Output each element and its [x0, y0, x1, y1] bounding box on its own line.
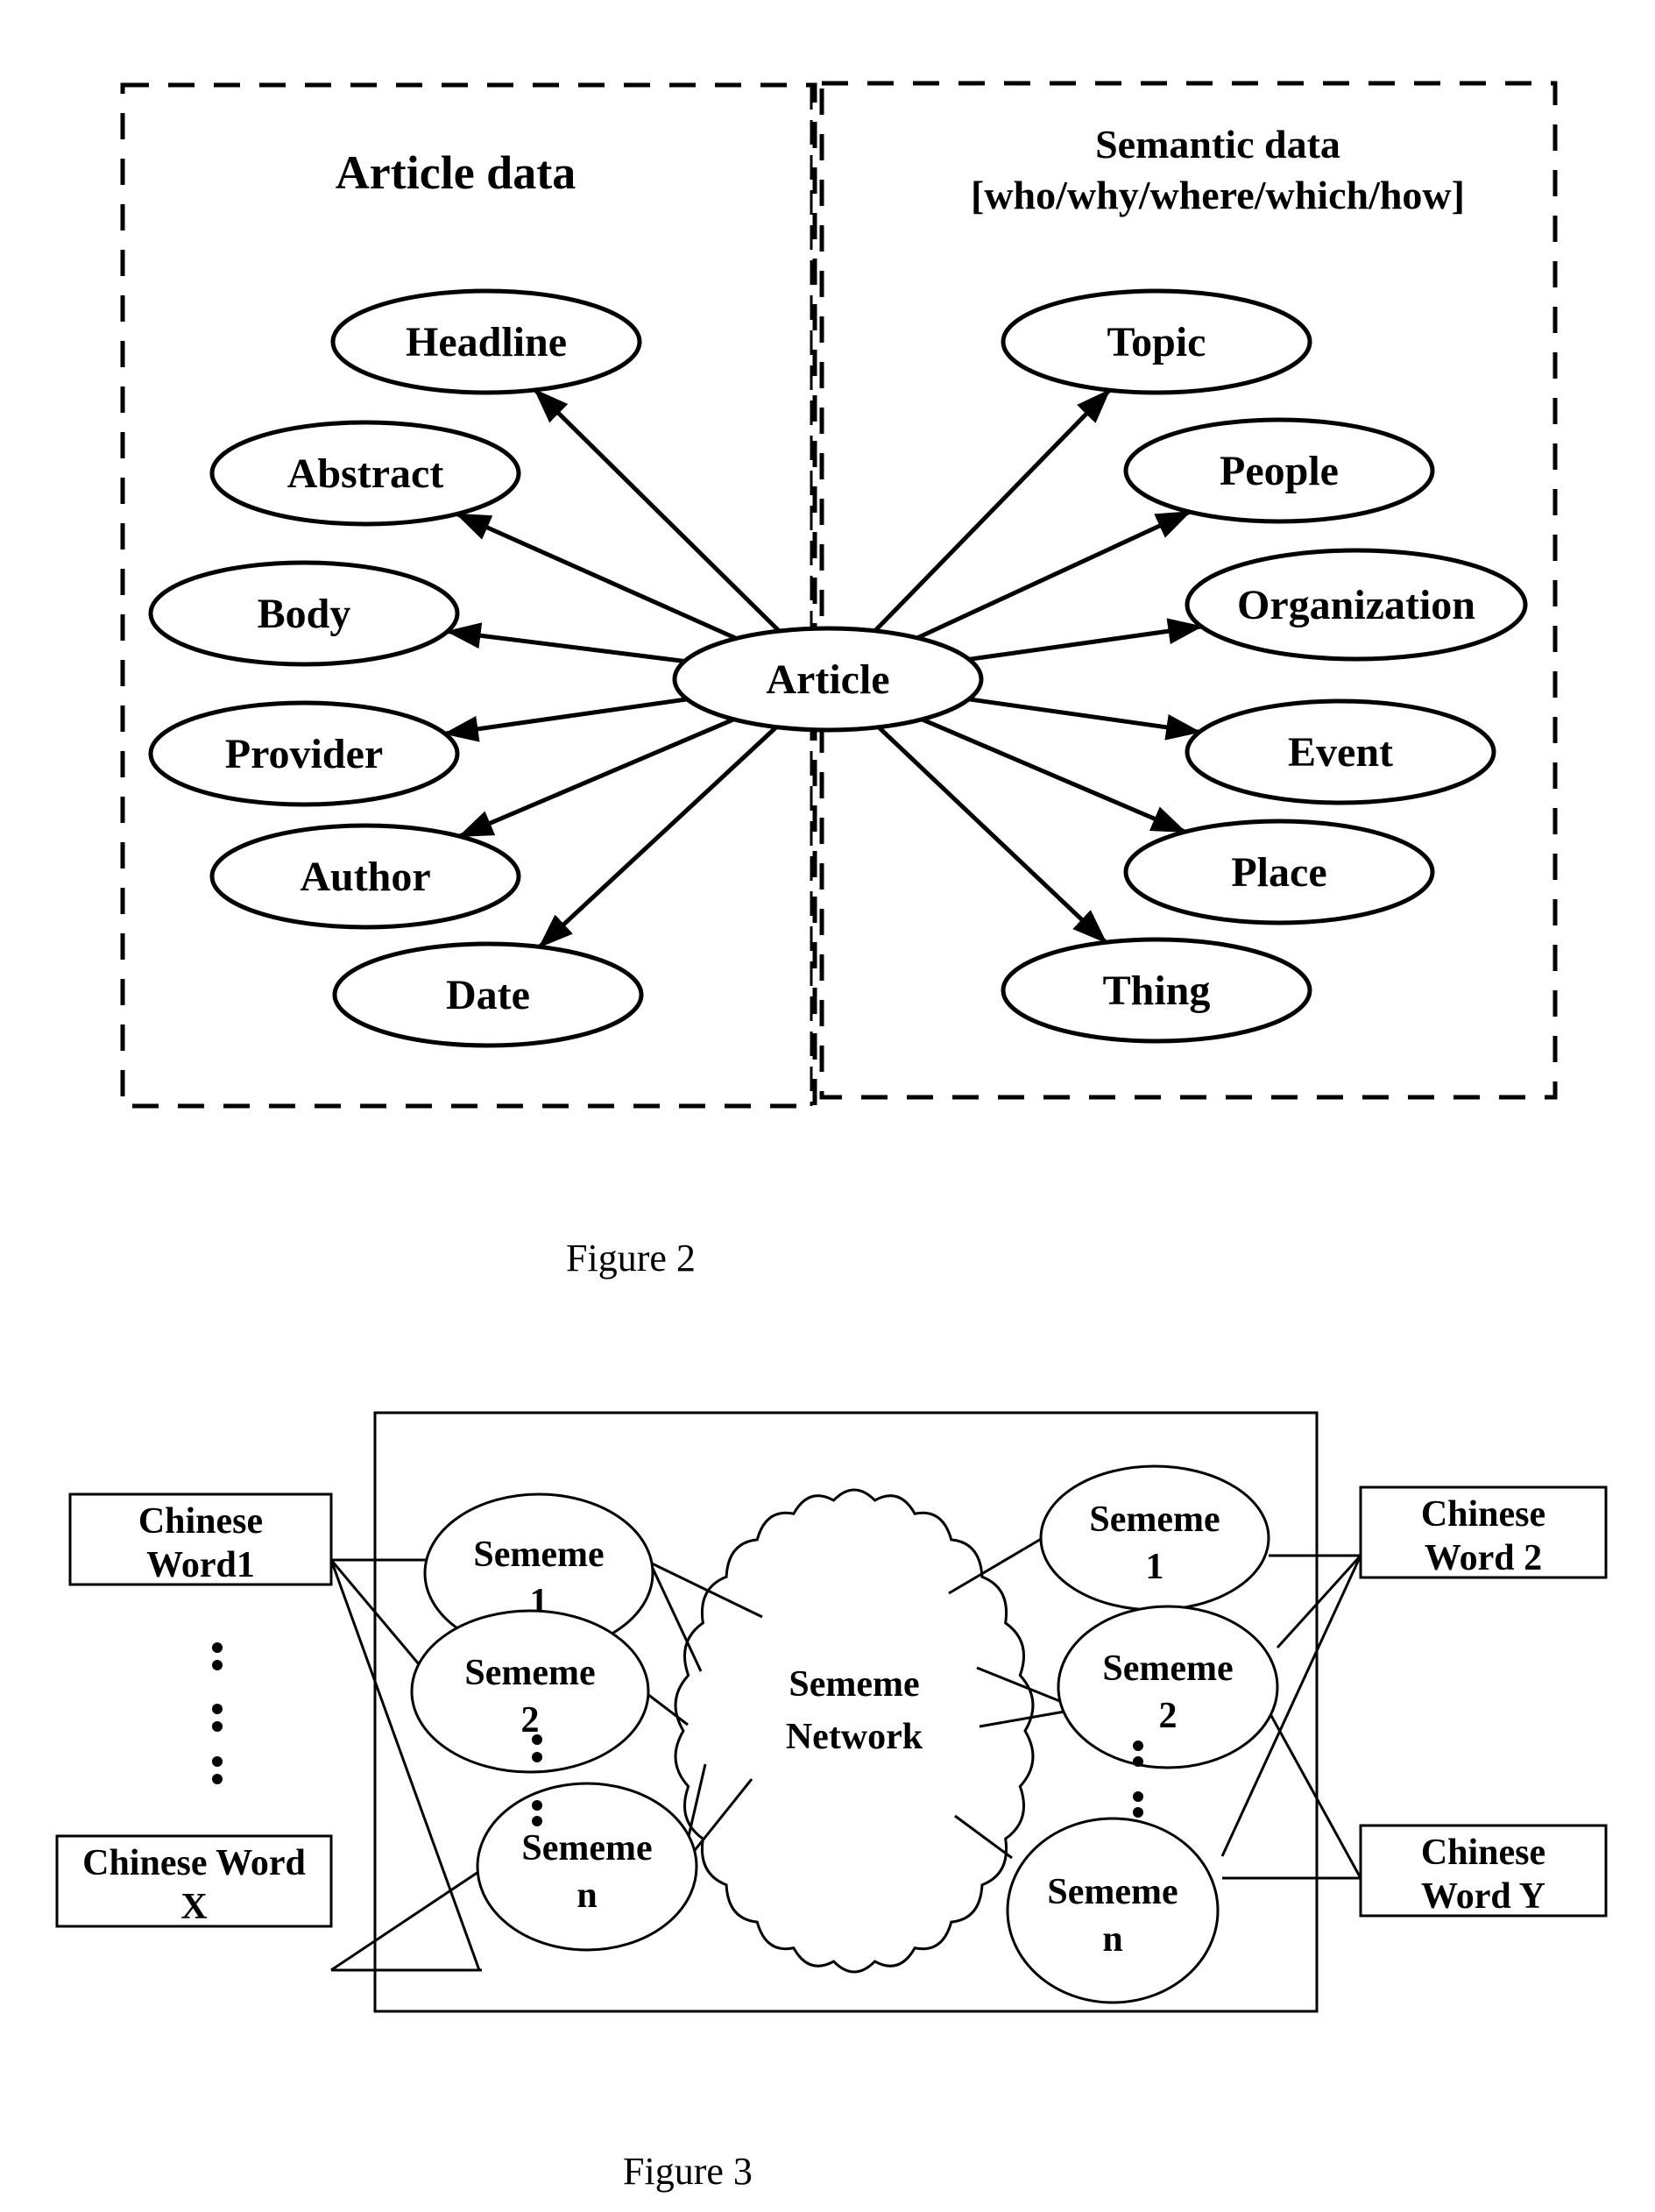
sememe-node-left-1-line1: Sememe [473, 1535, 604, 1575]
sememe-node-right-2-line1: Sememe [1102, 1648, 1233, 1689]
node-place: Place [1123, 819, 1435, 925]
chinese-word-box-right-1: ChineseWord 2 [1359, 1485, 1608, 1579]
word-list-ellipsis [212, 1642, 223, 1784]
sememe-node-left-2: Sememe2 [410, 1609, 650, 1774]
node-topic-label: Topic [1107, 319, 1206, 365]
figure-3: ChineseWord1ChineseWord 2Chinese WordXCh… [55, 1411, 1608, 2193]
sememe-node-right-3: Sememe n [1006, 1817, 1220, 2004]
edge-article-to-place [921, 717, 1187, 834]
node-people: People [1123, 417, 1435, 524]
sememe-node-right-1: Sememe 1 [1039, 1464, 1270, 1612]
node-thing: Thing [1001, 937, 1312, 1044]
link-s1l-cloud-b [648, 1562, 703, 1672]
edge-article-to-body [445, 622, 685, 663]
node-author-label: Author [300, 854, 430, 900]
edge-article-to-headline [533, 388, 782, 633]
link-w1-s2-l [329, 1559, 426, 1671]
node-thing-label: Thing [1103, 968, 1211, 1014]
node-people-label: People [1220, 448, 1339, 494]
node-topic: Topic [1001, 288, 1312, 395]
sememe-node-right-3-line2: n [1102, 1919, 1122, 1960]
edge-article-to-abstract [455, 512, 738, 641]
sememe-node-right-1-line2: 1 [1146, 1547, 1164, 1587]
article-data-title: Article data [336, 146, 576, 199]
sememe-node-left-2-line1: Sememe [464, 1653, 595, 1693]
edge-article-to-people [916, 509, 1192, 641]
node-date: Date [332, 941, 644, 1048]
figure-3-caption: Figure 3 [623, 2150, 753, 2193]
edge-article-to-thing [877, 725, 1107, 945]
node-author: Author [209, 823, 521, 930]
node-event-label: Event [1288, 729, 1393, 776]
sememe-node-right-1-line1: Sememe [1089, 1499, 1220, 1540]
node-abstract: Abstract [209, 420, 521, 527]
chinese-word-box-left-2: Chinese WordX [55, 1834, 333, 1928]
chinese-word-box-right-1-line2: Word 2 [1425, 1538, 1542, 1578]
chinese-word-box-right-2: ChineseWord Y [1359, 1824, 1608, 1918]
edge-article-to-event [968, 697, 1202, 741]
chinese-word-box-left-1-line1: Chinese [138, 1501, 263, 1542]
figure-2-caption: Figure 2 [566, 1237, 696, 1280]
node-provider: Provider [148, 700, 460, 807]
node-body-label: Body [258, 591, 351, 637]
chinese-word-box-right-2-line2: Word Y [1421, 1876, 1545, 1917]
figure-canvas: Article data Semantic data [who/why/wher… [55, 81, 1608, 2193]
edge-article-to-date [538, 725, 778, 949]
chinese-word-box-left-1-line2: Word1 [146, 1545, 255, 1585]
node-headline-label: Headline [406, 319, 567, 365]
sememe-node-right-2-line2: 2 [1159, 1696, 1178, 1736]
edge-article-to-author [457, 717, 735, 839]
chinese-word-box-left-2-line1: Chinese Word [82, 1843, 306, 1883]
node-date-label: Date [446, 972, 530, 1018]
sememe-node-left-3: Sememe n [476, 1782, 698, 1952]
chinese-word-box-left-1: ChineseWord1 [68, 1492, 333, 1586]
node-provider-label: Provider [225, 731, 383, 777]
edge-article-to-provider [442, 697, 688, 742]
node-headline: Headline [330, 288, 642, 395]
sememe-node-left-3-line1: Sememe [521, 1828, 652, 1868]
node-article-label: Article [766, 656, 889, 703]
sememe-network-label-line2: Network [786, 1717, 923, 1757]
sememe-node-right-2: Sememe 2 [1057, 1605, 1279, 1769]
node-body: Body [148, 560, 460, 667]
node-event: Event [1185, 698, 1496, 805]
link-s2r-w2 [1276, 1554, 1362, 1649]
chinese-word-box-right-2-line1: Chinese [1421, 1833, 1545, 1873]
node-article: Article [672, 626, 984, 733]
chinese-word-box-left-2-line2: X [180, 1887, 207, 1927]
node-place-label: Place [1231, 849, 1326, 896]
node-organization-label: Organization [1237, 582, 1475, 628]
figure-2-nodes: Headline Abstract Body Provider Author Date To… [148, 288, 1528, 1048]
node-organization: Organization [1185, 548, 1528, 662]
figure-2: Article data Semantic data [who/why/wher… [120, 81, 1558, 1280]
sememe-node-left-3-line2: n [576, 1875, 597, 1916]
sememe-network-label-line1: Sememe [789, 1664, 919, 1705]
edge-article-to-organization [968, 618, 1204, 662]
chinese-word-box-right-1-line1: Chinese [1421, 1494, 1545, 1535]
semantic-data-title: Semantic data [1095, 122, 1340, 167]
node-abstract-label: Abstract [287, 450, 444, 497]
sememe-node-right-3-line1: Sememe [1047, 1872, 1178, 1912]
edge-article-to-topic [873, 388, 1112, 633]
semantic-data-subtitle: [who/why/where/which/how] [971, 173, 1465, 217]
